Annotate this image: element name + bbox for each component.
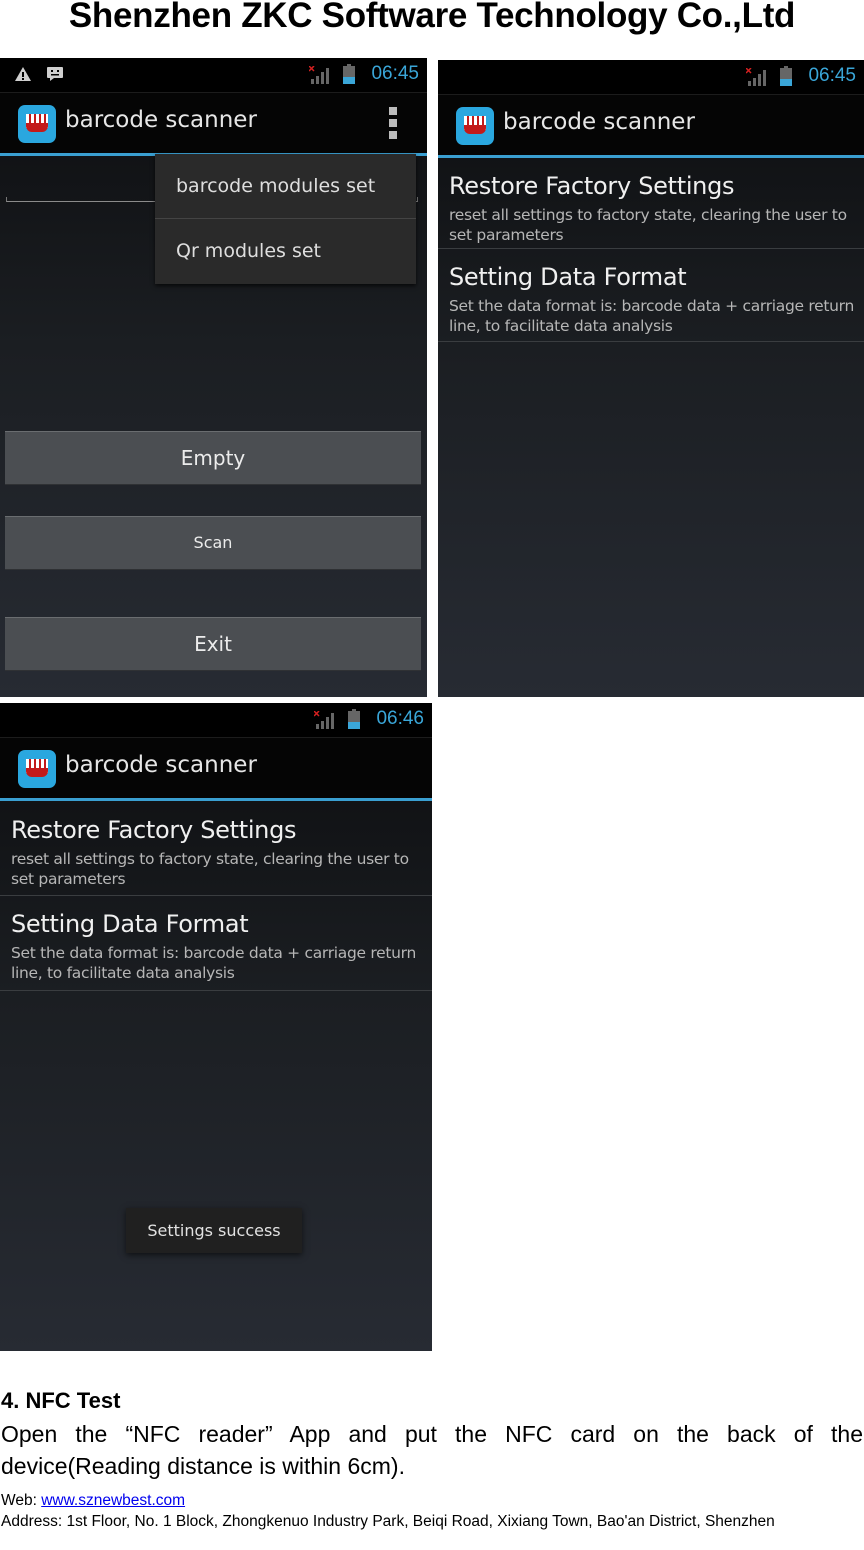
menu-item-barcode-modules-set[interactable]: barcode modules set bbox=[155, 154, 416, 219]
overflow-menu-icon[interactable] bbox=[389, 107, 397, 139]
pref-setting-data-format[interactable]: Setting Data Format Set the data format … bbox=[438, 249, 864, 342]
battery-icon bbox=[780, 66, 792, 86]
warning-icon bbox=[15, 67, 31, 81]
pref-summary: reset all settings to factory state, cle… bbox=[449, 206, 847, 244]
body-paragraph: Open the “NFC reader” App and put the NF… bbox=[1, 1421, 863, 1479]
pref-restore-factory-settings[interactable]: Restore Factory Settings reset all setti… bbox=[0, 802, 432, 896]
pref-title: Restore Factory Settings bbox=[11, 816, 297, 844]
toast-message: Settings success bbox=[126, 1208, 302, 1253]
screenshot-settings-success: 06:46 barcode scanner Restore Factory Se… bbox=[0, 703, 432, 1351]
screenshot-main-menu: 06:45 barcode scanner barcode modules se… bbox=[0, 58, 427, 697]
exit-button[interactable]: Exit bbox=[5, 617, 421, 671]
pref-setting-data-format[interactable]: Setting Data Format Set the data format … bbox=[0, 896, 432, 991]
pref-restore-factory-settings[interactable]: Restore Factory Settings reset all setti… bbox=[438, 158, 864, 249]
website-link[interactable]: www.sznewbest.com bbox=[41, 1492, 185, 1509]
pref-title: Setting Data Format bbox=[11, 910, 249, 938]
action-bar: barcode scanner bbox=[438, 95, 864, 158]
signal-no-sim-icon bbox=[746, 68, 766, 86]
page-footer: Web: www.sznewbest.com Address: 1st Floo… bbox=[1, 1490, 863, 1532]
battery-icon bbox=[348, 709, 360, 729]
pref-title: Restore Factory Settings bbox=[449, 172, 735, 200]
status-time: 06:45 bbox=[371, 63, 419, 84]
barcode-scanner-app-icon bbox=[18, 750, 56, 788]
pref-summary: Set the data format is: barcode data + c… bbox=[449, 297, 854, 335]
pref-title: Setting Data Format bbox=[449, 263, 687, 291]
status-bar: 06:45 bbox=[0, 58, 427, 93]
app-title: barcode scanner bbox=[65, 107, 257, 133]
screenshot-settings: 06:45 barcode scanner Restore Factory Se… bbox=[438, 60, 864, 697]
status-bar: 06:45 bbox=[438, 60, 864, 95]
signal-no-sim-icon bbox=[314, 711, 334, 729]
status-bar: 06:46 bbox=[0, 703, 432, 738]
document-header-title: Shenzhen ZKC Software Technology Co.,Ltd bbox=[68, 0, 796, 35]
pref-summary: Set the data format is: barcode data + c… bbox=[11, 944, 416, 982]
address-text: Address: 1st Floor, No. 1 Block, Zhongke… bbox=[1, 1513, 775, 1530]
action-bar: barcode scanner bbox=[0, 738, 432, 801]
status-time: 06:46 bbox=[376, 708, 424, 729]
barcode-scanner-app-icon bbox=[456, 107, 494, 145]
barcode-scanner-app-icon bbox=[18, 105, 56, 143]
menu-item-qr-modules-set[interactable]: Qr modules set bbox=[155, 219, 416, 283]
overflow-menu: barcode modules set Qr modules set bbox=[155, 154, 416, 284]
chat-notification-icon bbox=[47, 67, 63, 81]
pref-summary: reset all settings to factory state, cle… bbox=[11, 850, 409, 888]
empty-button[interactable]: Empty bbox=[5, 431, 421, 485]
signal-no-sim-icon bbox=[309, 66, 329, 84]
battery-icon bbox=[343, 64, 355, 84]
section-heading: 4. NFC Test bbox=[1, 1388, 121, 1413]
action-bar: barcode scanner bbox=[0, 93, 427, 156]
scan-button[interactable]: Scan bbox=[5, 516, 421, 570]
status-time: 06:45 bbox=[808, 65, 856, 86]
app-title: barcode scanner bbox=[503, 109, 695, 135]
web-label: Web: bbox=[1, 1492, 42, 1509]
app-title: barcode scanner bbox=[65, 752, 257, 778]
